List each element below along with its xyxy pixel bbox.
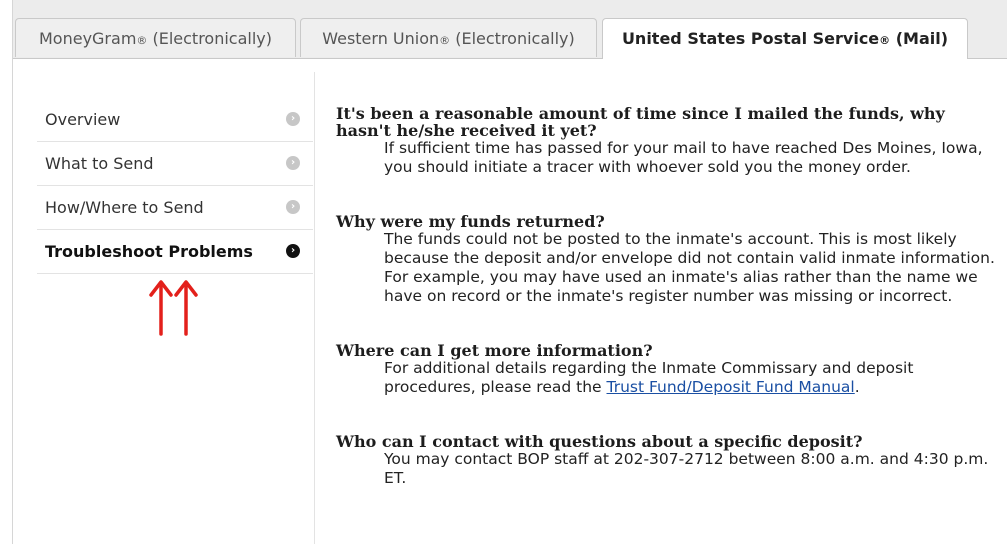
trust-fund-manual-link[interactable]: Trust Fund/Deposit Fund Manual <box>607 378 855 396</box>
chevron-right-circle-icon: › <box>286 200 300 214</box>
faq-question: Where can I get more information? <box>336 341 653 360</box>
tab-western-union[interactable]: Western Union® (Electronically) <box>300 18 597 57</box>
faq-item: Why were my funds returned? The funds co… <box>336 213 996 306</box>
faq-list: It's been a reasonable amount of time si… <box>336 105 996 524</box>
sidebar-item-label: What to Send <box>45 154 154 173</box>
tab-label: MoneyGram <box>38 29 137 48</box>
double-up-arrow-annotation-icon <box>149 280 198 336</box>
faq-answer: You may contact BOP staff at 202-307-271… <box>384 450 989 487</box>
faq-item: Who can I contact with questions about a… <box>336 433 996 488</box>
faq-answer: If sufficient time has passed for your m… <box>384 139 983 176</box>
column-divider <box>314 72 315 544</box>
tab-bar: MoneyGram® (Electronically) Western Unio… <box>13 0 1007 59</box>
tab-moneygram[interactable]: MoneyGram® (Electronically) <box>15 18 296 57</box>
chevron-right-circle-icon: › <box>286 112 300 126</box>
chevron-right-circle-icon: › <box>286 156 300 170</box>
tab-label: United States Postal Service <box>621 29 880 48</box>
tab-label-suffix: (Electronically) <box>147 29 273 48</box>
sidebar-item-label: Troubleshoot Problems <box>45 242 253 261</box>
page-frame: MoneyGram® (Electronically) Western Unio… <box>12 0 1007 544</box>
sidebar-item-label: How/Where to Send <box>45 198 204 217</box>
registered-mark: ® <box>439 34 451 47</box>
sidebar-item-label: Overview <box>45 110 121 129</box>
sidebar-nav: Overview › What to Send › How/Where to S… <box>37 98 313 274</box>
faq-item: Where can I get more information? For ad… <box>336 342 996 397</box>
tab-label-suffix: (Mail) <box>890 29 949 48</box>
faq-question: Why were my funds returned? <box>336 212 605 231</box>
registered-mark: ® <box>879 34 891 47</box>
faq-answer: For additional details regarding the Inm… <box>336 359 996 397</box>
tab-label: Western Union <box>322 29 440 48</box>
tab-label-suffix: (Electronically) <box>450 29 575 48</box>
sidebar-item-how-where-to-send[interactable]: How/Where to Send › <box>37 186 313 230</box>
faq-item: It's been a reasonable amount of time si… <box>336 105 996 177</box>
sidebar-item-what-to-send[interactable]: What to Send › <box>37 142 313 186</box>
faq-answer: The funds could not be posted to the inm… <box>384 230 995 305</box>
sidebar-item-overview[interactable]: Overview › <box>37 98 313 142</box>
chevron-right-circle-icon: › <box>286 244 300 258</box>
faq-question: It's been a reasonable amount of time si… <box>336 104 945 140</box>
sidebar-item-troubleshoot-problems[interactable]: Troubleshoot Problems › <box>37 230 313 274</box>
faq-question: Who can I contact with questions about a… <box>336 432 863 451</box>
registered-mark: ® <box>136 34 148 47</box>
faq-answer-text: . <box>854 378 860 396</box>
tab-usps[interactable]: United States Postal Service® (Mail) <box>602 18 968 59</box>
